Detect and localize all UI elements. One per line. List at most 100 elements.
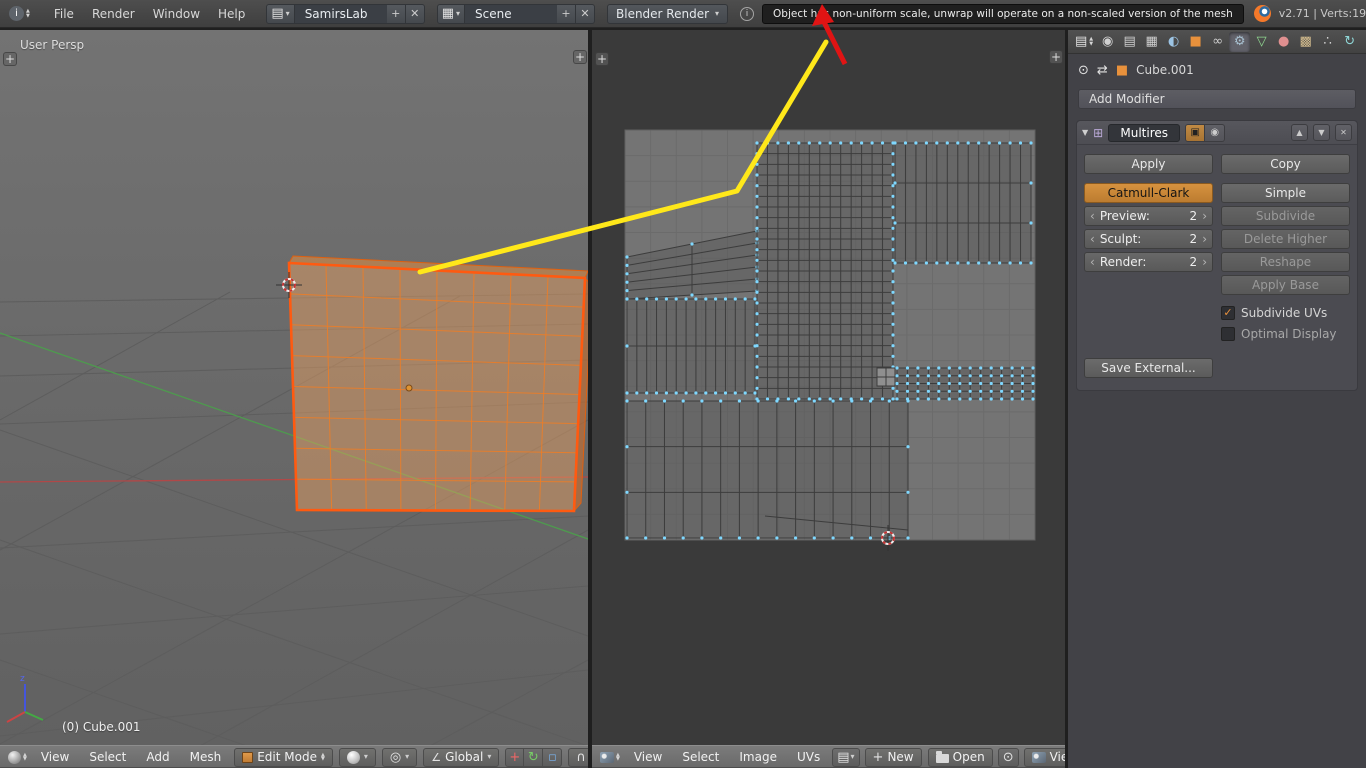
open-image-label: Open bbox=[952, 750, 985, 764]
delete-modifier-button[interactable]: ✕ bbox=[1335, 124, 1352, 141]
delete-higher-button[interactable]: Delete Higher bbox=[1221, 229, 1350, 249]
modifier-type-icon: ⊞ bbox=[1093, 125, 1104, 140]
menu-view-uv[interactable]: View bbox=[625, 750, 671, 764]
orientation-label: Global bbox=[445, 750, 484, 764]
pivot-point-selector[interactable]: ◎ ▾ bbox=[381, 747, 418, 767]
tab-particles[interactable]: ∴ bbox=[1317, 32, 1338, 52]
menu-file[interactable]: File bbox=[45, 7, 83, 21]
viewport-properties-expand-button[interactable]: + bbox=[573, 50, 587, 64]
apply-base-button[interactable]: Apply Base bbox=[1221, 275, 1350, 295]
expand-toggle-icon[interactable]: ▼ bbox=[1082, 128, 1088, 137]
tab-scene[interactable]: ▦ bbox=[1141, 32, 1162, 52]
decrement-arrow-icon[interactable]: ‹ bbox=[1088, 209, 1097, 223]
uv-properties-expand-button[interactable]: + bbox=[1049, 50, 1063, 64]
scale-manipulator-button[interactable]: ▫ bbox=[543, 747, 563, 767]
screen-layout-name-field[interactable]: SamirsLab bbox=[294, 3, 387, 24]
sculpt-level-field[interactable]: ‹ Sculpt: 2 › bbox=[1084, 229, 1213, 249]
menu-view-3d[interactable]: View bbox=[32, 750, 78, 764]
pin-icon[interactable]: ⊙ bbox=[1078, 64, 1089, 77]
subdivide-uvs-checkbox[interactable]: ✓ Subdivide UVs bbox=[1221, 304, 1350, 322]
editor-type-button-properties[interactable]: ▤ ▲ ▼ bbox=[1072, 35, 1096, 48]
decrement-arrow-icon[interactable]: ‹ bbox=[1088, 232, 1097, 246]
translate-manipulator-button[interactable]: + bbox=[505, 747, 525, 767]
modifier-name-field[interactable]: Multires bbox=[1108, 123, 1181, 142]
editor-type-button-info[interactable]: i ▲ ▼ bbox=[6, 6, 33, 21]
decrement-arrow-icon[interactable]: ‹ bbox=[1088, 255, 1097, 269]
optimal-display-checkbox[interactable]: ✓ Optimal Display bbox=[1221, 325, 1350, 343]
uv-display-mode-selector[interactable]: View ▲▼ bbox=[1023, 747, 1065, 767]
menu-select-uv[interactable]: Select bbox=[673, 750, 728, 764]
screen-layout-browse-button[interactable]: ▤ ▾ bbox=[266, 3, 295, 24]
menu-mesh[interactable]: Mesh bbox=[181, 750, 231, 764]
scene-add-button[interactable]: + bbox=[557, 3, 576, 24]
uv-image-editor[interactable] bbox=[592, 30, 1065, 745]
menu-help[interactable]: Help bbox=[209, 7, 254, 21]
menu-render[interactable]: Render bbox=[83, 7, 144, 21]
editor-switch-arrows-icon: ▲ ▼ bbox=[26, 8, 30, 19]
render-level-field[interactable]: ‹ Render: 2 › bbox=[1084, 252, 1213, 272]
menu-add[interactable]: Add bbox=[137, 750, 178, 764]
scene-browse-button[interactable]: ▦ ▾ bbox=[436, 3, 465, 24]
move-modifier-up-button[interactable]: ▲ bbox=[1291, 124, 1308, 141]
menu-uvs[interactable]: UVs bbox=[788, 750, 829, 764]
increment-arrow-icon[interactable]: › bbox=[1200, 232, 1209, 246]
viewport-shading-selector[interactable]: ▾ bbox=[338, 747, 376, 767]
add-modifier-dropdown[interactable]: Add Modifier bbox=[1078, 89, 1356, 109]
uv-view-mode-label: View bbox=[1049, 750, 1065, 764]
apply-button[interactable]: Apply bbox=[1084, 154, 1213, 174]
menu-window[interactable]: Window bbox=[144, 7, 209, 21]
tab-world[interactable]: ◐ bbox=[1163, 32, 1184, 52]
scene-name-field[interactable]: Scene bbox=[465, 3, 557, 24]
screen-layout-delete-button[interactable]: ✕ bbox=[405, 3, 425, 24]
rotate-manipulator-button[interactable]: ↻ bbox=[524, 747, 544, 767]
subdivision-type-simple-button[interactable]: Simple bbox=[1221, 183, 1350, 203]
open-image-button[interactable]: Open bbox=[927, 747, 993, 767]
screen-layout-add-button[interactable]: + bbox=[386, 3, 406, 24]
subdivision-type-catmull-clark-button[interactable]: Catmull-Clark bbox=[1084, 183, 1213, 203]
tab-render-layers[interactable]: ▤ bbox=[1119, 32, 1140, 52]
snap-selector[interactable]: ∩ ▾ bbox=[568, 747, 588, 767]
version-stats: v2.71 | Verts:19 bbox=[1278, 7, 1366, 20]
tab-texture[interactable]: ▩ bbox=[1295, 32, 1316, 52]
status-message: Object has non-uniform scale, unwrap wil… bbox=[762, 3, 1244, 24]
3d-viewport-canvas: z bbox=[0, 255, 588, 745]
render-engine-selector[interactable]: Blender Render ▾ bbox=[607, 3, 729, 24]
transform-orientation-selector[interactable]: ∠ Global ▾ bbox=[423, 747, 500, 767]
copy-button[interactable]: Copy bbox=[1221, 154, 1350, 174]
scale-icon: ▫ bbox=[547, 749, 557, 765]
scene-delete-button[interactable]: ✕ bbox=[576, 3, 595, 24]
tab-physics[interactable]: ↻ bbox=[1339, 32, 1360, 52]
tab-material[interactable]: ● bbox=[1273, 32, 1294, 52]
menu-image[interactable]: Image bbox=[730, 750, 786, 764]
tab-object[interactable]: ■ bbox=[1185, 32, 1206, 52]
browse-image-button[interactable]: ▤ ▾ bbox=[832, 747, 860, 767]
tab-object-data[interactable]: ▽ bbox=[1251, 32, 1272, 52]
new-image-button[interactable]: + New bbox=[864, 747, 922, 767]
menu-select-3d[interactable]: Select bbox=[80, 750, 135, 764]
screen-layout-selector: ▤ ▾ SamirsLab + ✕ bbox=[266, 3, 425, 24]
subdivide-button[interactable]: Subdivide bbox=[1221, 206, 1350, 226]
viewport-visibility-toggle[interactable]: ◉ bbox=[1205, 123, 1226, 142]
tab-render[interactable]: ◉ bbox=[1097, 32, 1118, 52]
preview-level-field[interactable]: ‹ Preview: 2 › bbox=[1084, 206, 1213, 226]
editor-type-button-uv-image[interactable]: ▲ ▼ bbox=[597, 751, 623, 763]
tab-modifiers[interactable]: ⚙ bbox=[1229, 31, 1251, 52]
editor-type-button-3d-view[interactable]: ▲ ▼ bbox=[5, 750, 30, 764]
reshape-button[interactable]: Reshape bbox=[1221, 252, 1350, 272]
increment-arrow-icon[interactable]: › bbox=[1200, 255, 1209, 269]
browse-id-icon[interactable]: ⇄ bbox=[1097, 64, 1108, 77]
mode-selector[interactable]: Edit Mode ▲ ▼ bbox=[234, 747, 333, 767]
render-engine-value: Blender Render bbox=[616, 6, 710, 21]
toolshelf-expand-button[interactable]: + bbox=[3, 52, 17, 66]
render-visibility-toggle[interactable]: ▣ bbox=[1185, 123, 1206, 142]
tab-constraints[interactable]: ∞ bbox=[1207, 32, 1228, 52]
move-modifier-down-button[interactable]: ▼ bbox=[1313, 124, 1330, 141]
uv-editor-canvas bbox=[624, 129, 1036, 551]
increment-arrow-icon[interactable]: › bbox=[1200, 209, 1209, 223]
render-value: 2 bbox=[1189, 255, 1198, 269]
save-external-button[interactable]: Save External... bbox=[1084, 358, 1213, 378]
3d-viewport[interactable]: z User Persp (0) Cube.001 bbox=[0, 30, 588, 745]
uv-toolshelf-expand-button[interactable]: + bbox=[595, 52, 609, 66]
pin-uv-button[interactable]: ⊙ bbox=[997, 747, 1019, 767]
